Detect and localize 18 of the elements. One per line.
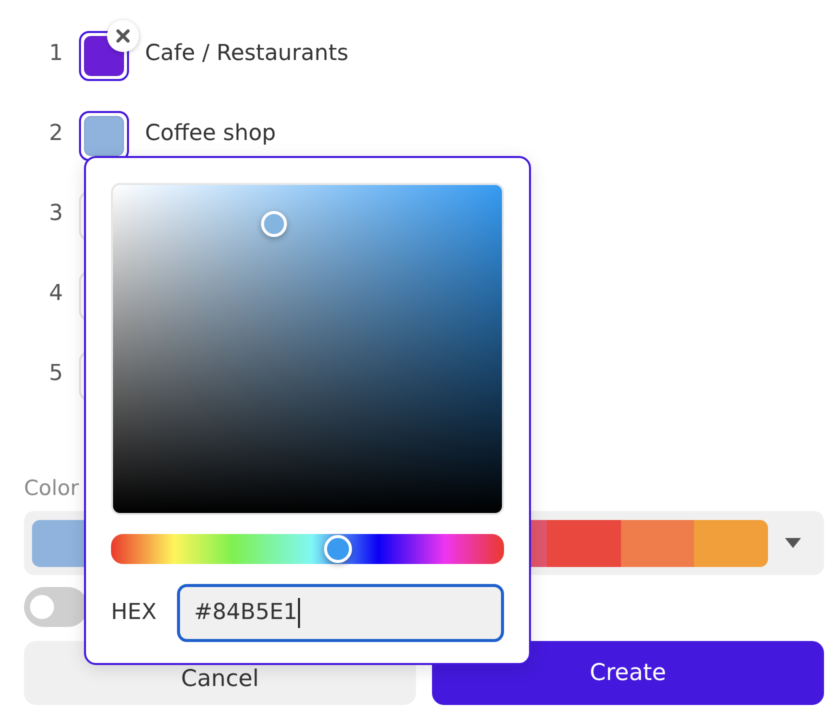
row-number: 1 [48,40,64,68]
hex-label: HEX [111,600,157,626]
remove-button[interactable] [107,20,139,52]
create-button[interactable]: Create [432,641,824,706]
hex-input-field[interactable]: #84B5E1 [177,584,504,642]
row-number: 4 [48,280,64,308]
caret-down-icon[interactable] [785,538,801,548]
close-icon [116,29,130,43]
color-label: Color [24,476,79,502]
color-gradient-field[interactable] [111,183,504,515]
slider-thumb[interactable] [324,535,352,563]
category-name: Cafe / Restaurants [145,40,348,68]
row-number: 3 [48,200,64,228]
hue-slider[interactable] [111,534,504,564]
row-number: 5 [48,360,64,388]
picker-thumb[interactable] [260,210,287,237]
category-name: Coffee shop [145,120,276,148]
row-number: 2 [48,120,64,148]
